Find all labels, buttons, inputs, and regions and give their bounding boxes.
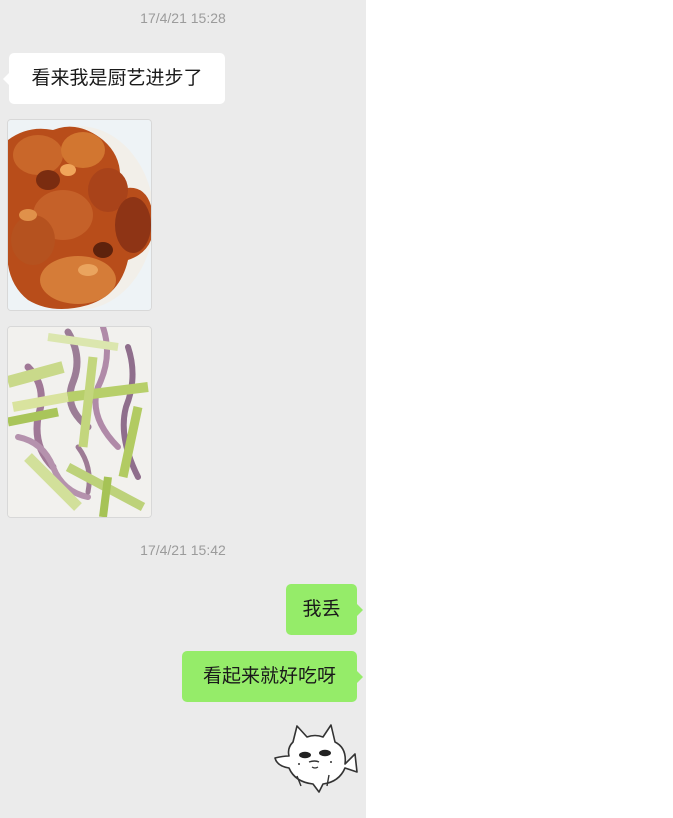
incoming-message-bubble[interactable]: 看来我是厨艺进步了 xyxy=(3,53,225,104)
message-text: 看起来就好吃呀 xyxy=(202,665,336,687)
squid-celery-stirfry-photo-icon xyxy=(8,327,151,517)
squid-celery-photo[interactable] xyxy=(7,326,152,518)
chicken-wings-photo[interactable] xyxy=(7,119,152,311)
timestamp: 17/4/21 15:42 xyxy=(140,542,226,558)
sticker[interactable] xyxy=(273,720,359,798)
braised-chicken-wings-photo-icon xyxy=(8,120,151,310)
chat-panel: 17/4/21 15:28 看来我是厨艺进步了 17/4/21 15:42 我丢… xyxy=(0,0,366,818)
outgoing-message-bubble[interactable]: 看起来就好吃呀 xyxy=(182,651,363,702)
message-text: 看来我是厨艺进步了 xyxy=(31,67,203,89)
cat-fish-sticker-icon xyxy=(274,724,358,793)
timestamp: 17/4/21 15:28 xyxy=(140,10,226,26)
outgoing-message-bubble[interactable]: 我丢 xyxy=(286,584,363,635)
message-text: 我丢 xyxy=(302,598,341,620)
